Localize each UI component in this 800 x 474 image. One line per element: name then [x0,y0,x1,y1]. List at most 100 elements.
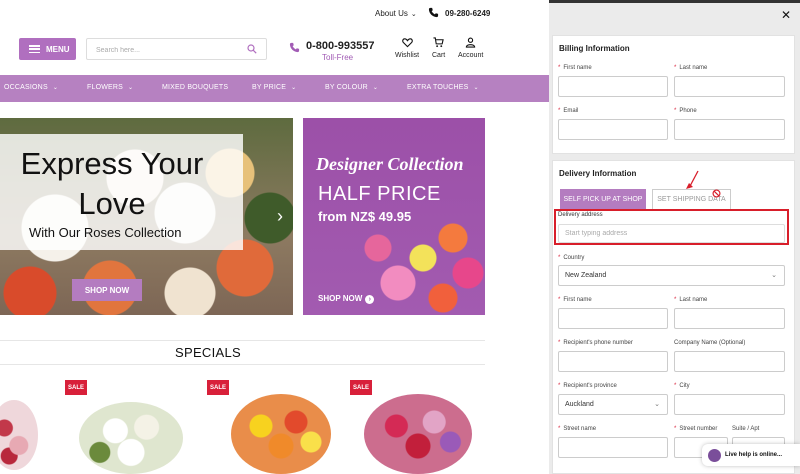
chevron-down-icon: ⌄ [410,11,417,18]
province-label: * Recipient's province [558,383,617,389]
company-field[interactable] [674,351,785,372]
suite-label: Suite / Apt [732,426,760,432]
live-help-text: Live help is online... [725,452,783,458]
chevron-down-icon: ⌄ [372,85,379,91]
top-bar: About Us ⌄ 09-280-6249 [0,5,549,23]
delivery-address-input[interactable] [558,224,785,243]
nav-item-flowers[interactable]: FLOWERS ⌄ [87,84,133,91]
billing-last-name-field[interactable] [674,76,785,97]
screen: About Us⌄ 09-280-6249 MENU 0-800-993557 … [0,0,800,474]
heart-icon [401,38,413,48]
divider [0,364,485,365]
cart-button[interactable]: Cart [432,37,445,59]
about-us-link[interactable]: About Us ⌄ [375,9,417,18]
sale-badge: SALE [65,380,87,395]
search-input[interactable] [87,40,237,61]
delivery-address-label: Delivery address [558,212,603,218]
promo-banner[interactable]: Designer Collection HALF PRICE from NZ$ … [303,118,485,315]
live-help-widget[interactable]: Live help is online... [702,444,800,466]
street-name-label: * Street name [558,426,597,432]
product-image [364,394,472,474]
annotation-arrow-icon [686,170,699,189]
nav-item-occasions[interactable]: OCCASIONS ⌄ [4,84,58,91]
specials-heading: SPECIALS [175,345,241,360]
not-allowed-icon [712,189,721,198]
promo-title: Designer Collection [316,154,464,174]
menu-button[interactable]: MENU [19,38,76,60]
company-label: Company Name (Optional) [674,340,746,346]
country-label: * Country [558,255,585,261]
avatar [708,448,721,462]
product-card[interactable]: SALE [65,380,185,474]
promo-price: from NZ$ 49.95 [318,209,412,224]
cart-icon [433,37,444,48]
search-box [86,38,267,61]
sale-badge: SALE [350,380,372,395]
city-field[interactable] [674,394,785,415]
user-icon [465,37,476,48]
country-select[interactable]: New Zealand ⌄ [558,265,785,286]
billing-title: Billing Information [559,44,630,53]
province-select[interactable]: Auckland ⌄ [558,394,668,415]
nav-item-by-price[interactable]: BY PRICE ⌄ [252,84,296,91]
close-icon[interactable]: ✕ [781,9,791,21]
recipient-phone-label: * Recipient's phone number [558,340,633,346]
hero-banner[interactable]: Express Your Love With Our Roses Collecti… [0,118,293,315]
tab-self-pickup[interactable]: SELF PICK UP AT SHOP [560,189,646,210]
chevron-down-icon: ⌄ [473,85,479,91]
delivery-title: Delivery Information [559,169,637,178]
hero-title: Express Your Love [20,146,204,221]
account-label: Account [458,52,484,59]
panel-top-strip [549,0,800,3]
city-label: * City [674,383,690,389]
product-card[interactable]: SALE [207,380,331,474]
first-name-label: * First name [558,65,592,71]
account-button[interactable]: Account [458,37,483,59]
hero-subtitle: With Our Roses Collection [29,225,182,240]
product-image [79,402,183,474]
sale-badge: SALE [207,380,229,395]
main-nav: OCCASIONS ⌄ FLOWERS ⌄ MIXED BOUQUETS BY PR… [0,75,549,102]
phone-label: * Phone [674,108,697,114]
recipient-last-name-label: * Last name [674,297,708,303]
carousel-next-icon[interactable]: › [277,206,283,227]
billing-phone-field[interactable] [674,119,785,140]
hero-shop-now-button[interactable]: SHOP NOW [72,279,142,301]
search-icon[interactable] [247,44,257,54]
street-number-label: * Street number [674,426,718,432]
country-value: New Zealand [565,272,607,279]
arrow-right-icon: › [365,295,375,304]
chevron-down-icon: ⌄ [291,85,297,91]
province-value: Auckland [565,401,594,408]
chevron-down-icon: ⌄ [128,85,134,91]
wishlist-button[interactable]: Wishlist [395,37,419,59]
chevron-down-icon: ⌄ [771,272,777,279]
chevron-down-icon: ⌄ [654,401,660,408]
last-name-label: * Last name [674,65,708,71]
phone-icon [428,7,439,18]
billing-first-name-field[interactable] [558,76,668,97]
product-image [231,394,331,474]
recipient-first-name-label: * First name [558,297,592,303]
recipient-last-name-field[interactable] [674,308,785,329]
recipient-first-name-field[interactable] [558,308,668,329]
nav-item-extra-touches[interactable]: EXTRA TOUCHES ⌄ [407,84,479,91]
wishlist-label: Wishlist [395,52,420,59]
promo-shop-now-link[interactable]: SHOP NOW › [318,294,375,304]
billing-email-field[interactable] [558,119,668,140]
toll-free-number[interactable]: 0-800-993557 [306,40,375,52]
recipient-phone-field[interactable] [558,351,668,372]
chevron-down-icon: ⌄ [52,85,59,91]
cart-label: Cart [432,52,446,59]
product-image [0,400,38,470]
street-name-field[interactable] [558,437,668,458]
phone-number[interactable]: 09-280-6249 [445,9,490,18]
menu-label: MENU [46,44,70,54]
shop-page: About Us⌄ 09-280-6249 MENU 0-800-993557 … [0,0,549,474]
email-label: * Email [558,108,579,114]
promo-headline: HALF PRICE [318,183,441,205]
phone-icon [289,42,300,53]
nav-item-by-colour[interactable]: BY COLOUR ⌄ [325,84,378,91]
product-card[interactable]: SALE [350,380,472,474]
nav-item-mixed-bouquets[interactable]: MIXED BOUQUETS [162,84,228,91]
